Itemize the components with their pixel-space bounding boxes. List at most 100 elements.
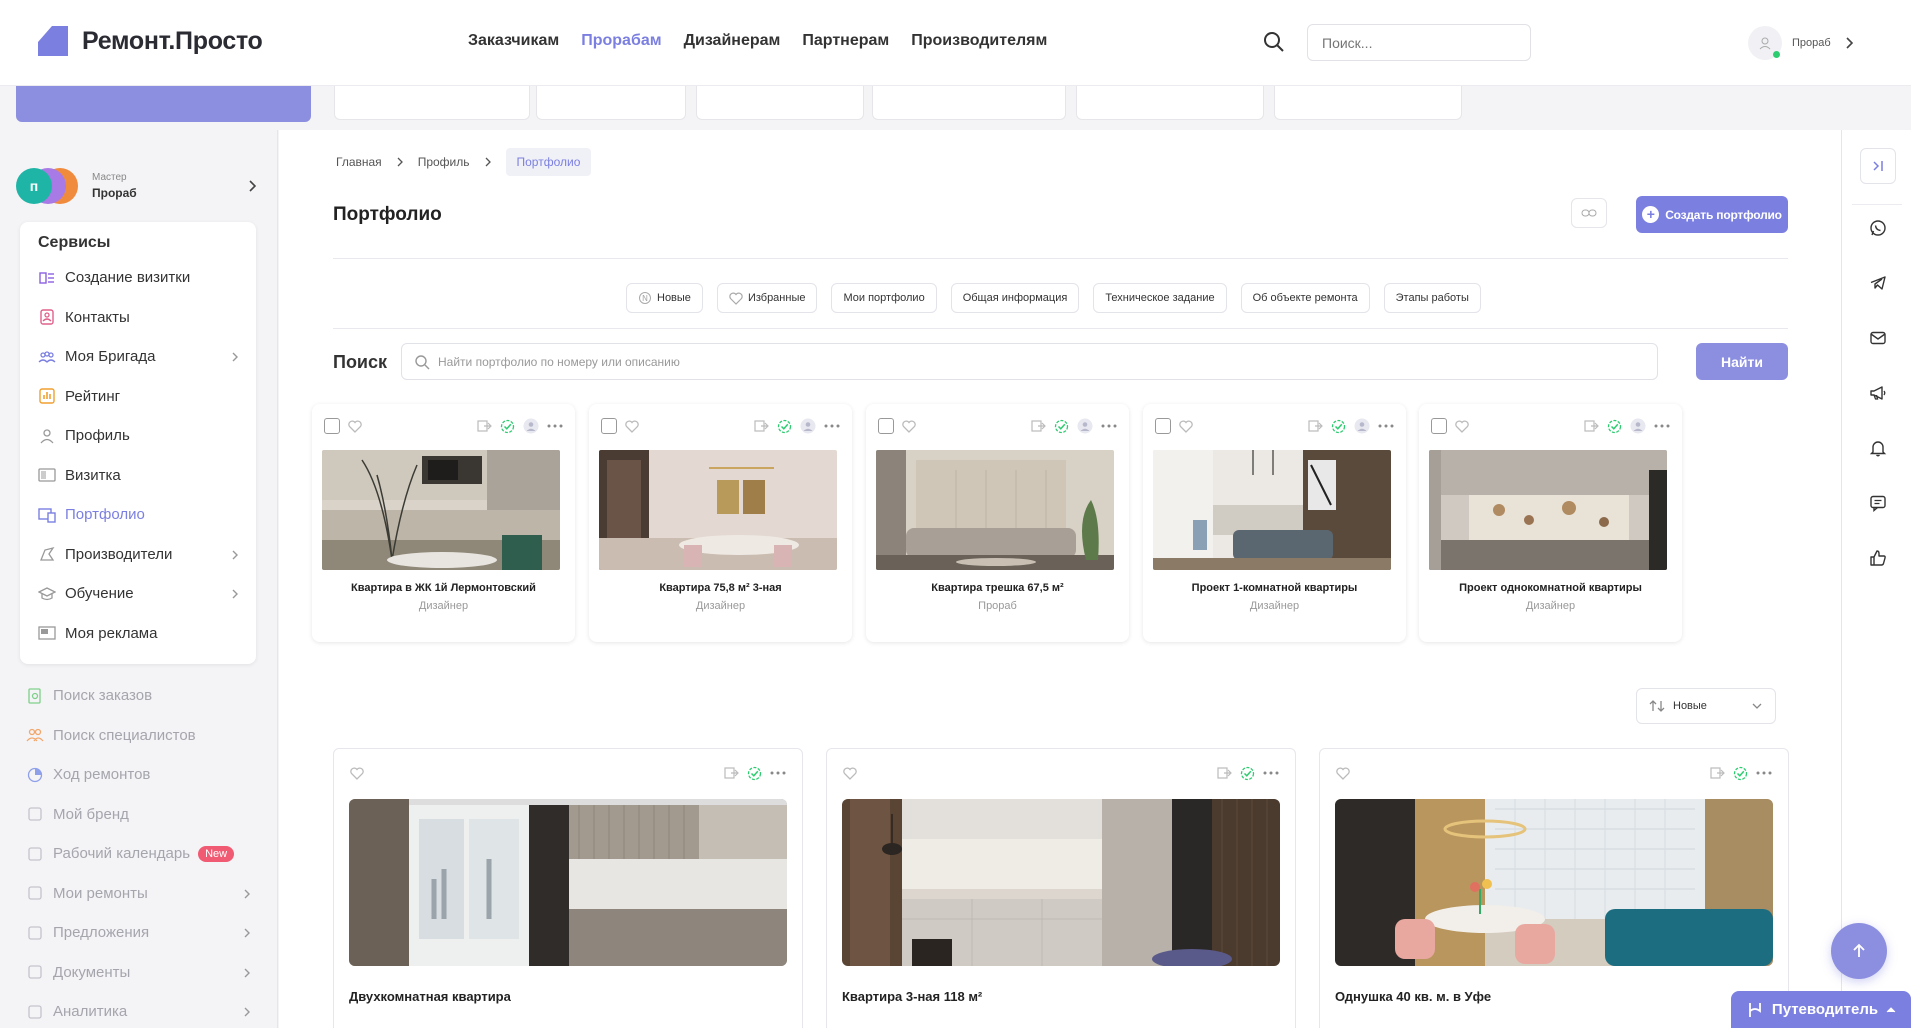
sidebar-item[interactable]: Мои ремонты [20,874,256,914]
select-checkbox[interactable] [878,418,894,434]
mail-icon[interactable] [1860,320,1896,356]
link-button[interactable] [1571,198,1607,228]
portfolio-card-large[interactable]: Двухкомнатная квартира [333,748,803,1028]
portfolio-title[interactable]: Однушка 40 кв. м. в Уфе [1335,989,1491,1004]
portfolio-title[interactable]: Проект 1-комнатной квартиры [1143,582,1406,594]
portfolio-title[interactable]: Проект однокомнатной квартиры [1419,582,1682,594]
share-icon[interactable] [477,419,492,433]
nav-customers[interactable]: Заказчикам [468,32,559,50]
portfolio-card-large[interactable]: Однушка 40 кв. м. в Уфе [1319,748,1789,1028]
portfolio-card[interactable]: Квартира трешка 67,5 м² Прораб [866,404,1129,642]
portfolio-card[interactable]: Квартира 75,8 м² 3-ная Дизайнер [589,404,852,642]
sidebar-item[interactable]: Визитка [20,456,256,496]
portfolio-image[interactable] [1429,450,1667,570]
sidebar-item[interactable]: Предложения [20,913,256,953]
sidebar-item[interactable]: Рейтинг [20,377,256,417]
role-switcher[interactable]: п Мастер Прораб [16,160,260,212]
heart-icon[interactable] [1336,766,1350,780]
find-button[interactable]: Найти [1696,343,1788,380]
whatsapp-icon[interactable] [1860,210,1896,246]
more-options-icon[interactable] [1756,771,1772,775]
chat-icon[interactable] [1860,485,1896,521]
portfolio-image[interactable] [842,799,1280,966]
sidebar-item[interactable]: Обучение [20,574,256,614]
heart-icon[interactable] [625,419,639,433]
sidebar-item[interactable]: Производители [20,535,256,575]
portfolio-image[interactable] [599,450,837,570]
filter-general-info[interactable]: Общая информация [950,283,1080,313]
sidebar-item[interactable]: Профиль [20,416,256,456]
portfolio-title[interactable]: Квартира трешка 67,5 м² [866,582,1129,594]
header-search-input[interactable] [1307,24,1531,61]
heart-icon[interactable] [348,419,362,433]
sidebar-item[interactable]: Моя реклама [20,614,256,654]
filter-favorites[interactable]: Избранные [716,283,818,313]
share-icon[interactable] [1031,419,1046,433]
search-icon[interactable] [1262,30,1288,56]
more-options-icon[interactable] [547,424,563,428]
sidebar-item[interactable]: Портфолио [20,495,256,535]
portfolio-image[interactable] [876,450,1114,570]
share-icon[interactable] [1308,419,1323,433]
filter-new[interactable]: N Новые [626,283,703,313]
sidebar-item[interactable]: Контакты [20,298,256,338]
select-checkbox[interactable] [1431,418,1447,434]
filter-repair-object[interactable]: Об объекте ремонта [1240,283,1370,313]
portfolio-title[interactable]: Двухкомнатная квартира [349,989,511,1004]
guide-button[interactable]: Путеводитель [1731,991,1911,1028]
sidebar-item[interactable]: Поиск заказов [20,676,256,716]
sort-select[interactable]: Новые [1636,688,1776,724]
portfolio-card[interactable]: Проект 1-комнатной квартиры Дизайнер [1143,404,1406,642]
portfolio-search-input[interactable]: Найти портфолио по номеру или описанию [401,343,1658,380]
more-options-icon[interactable] [770,771,786,775]
sidebar-item[interactable]: Рабочий календарь New [20,834,256,874]
sidebar-item[interactable]: Мой бренд [20,795,256,835]
select-checkbox[interactable] [601,418,617,434]
heart-icon[interactable] [1455,419,1469,433]
nav-foremen[interactable]: Прорабам [581,32,661,50]
nav-designers[interactable]: Дизайнерам [684,32,781,50]
sidebar-item[interactable]: Аналитика [20,992,256,1028]
more-options-icon[interactable] [1654,424,1670,428]
select-checkbox[interactable] [324,418,340,434]
logo[interactable]: Ремонт.Просто [38,26,263,56]
nav-partners[interactable]: Партнерам [802,32,889,50]
portfolio-card-large[interactable]: Квартира 3-ная 118 м² [826,748,1296,1028]
nav-manufacturers[interactable]: Производителям [911,32,1047,50]
sidebar-item[interactable]: Поиск специалистов [20,716,256,756]
breadcrumb-profile[interactable]: Профиль [418,155,470,169]
more-options-icon[interactable] [1263,771,1279,775]
portfolio-image[interactable] [1335,799,1773,966]
more-options-icon[interactable] [1101,424,1117,428]
portfolio-card[interactable]: Проект однокомнатной квартиры Дизайнер [1419,404,1682,642]
portfolio-card[interactable]: Квартира в ЖК 1й Лермонтовский Дизайнер [312,404,575,642]
filter-tech-task[interactable]: Техническое задание [1093,283,1227,313]
select-checkbox[interactable] [1155,418,1171,434]
bell-icon[interactable] [1860,430,1896,466]
portfolio-image[interactable] [349,799,787,966]
scroll-to-top-button[interactable] [1831,923,1887,979]
filter-work-stages[interactable]: Этапы работы [1383,283,1481,313]
megaphone-icon[interactable] [1860,375,1896,411]
sidebar-item[interactable]: Документы [20,953,256,993]
heart-icon[interactable] [1179,419,1193,433]
portfolio-image[interactable] [322,450,560,570]
breadcrumb-home[interactable]: Главная [336,155,382,169]
portfolio-image[interactable] [1153,450,1391,570]
share-icon[interactable] [724,766,739,780]
share-icon[interactable] [1217,766,1232,780]
more-options-icon[interactable] [824,424,840,428]
share-icon[interactable] [1584,419,1599,433]
collapse-panel-button[interactable] [1860,148,1896,184]
heart-icon[interactable] [843,766,857,780]
telegram-icon[interactable] [1860,265,1896,301]
sidebar-item[interactable]: Моя Бригада [20,337,256,377]
thumbs-up-icon[interactable] [1860,540,1896,576]
heart-icon[interactable] [350,766,364,780]
share-icon[interactable] [1710,766,1725,780]
filter-my-portfolios[interactable]: Мои портфолио [831,283,937,313]
sidebar-item[interactable]: Создание визитки [20,258,256,298]
portfolio-title[interactable]: Квартира в ЖК 1й Лермонтовский [312,582,575,594]
sidebar-item[interactable]: Ход ремонтов [20,755,256,795]
user-menu[interactable]: Прораб [1748,26,1857,60]
